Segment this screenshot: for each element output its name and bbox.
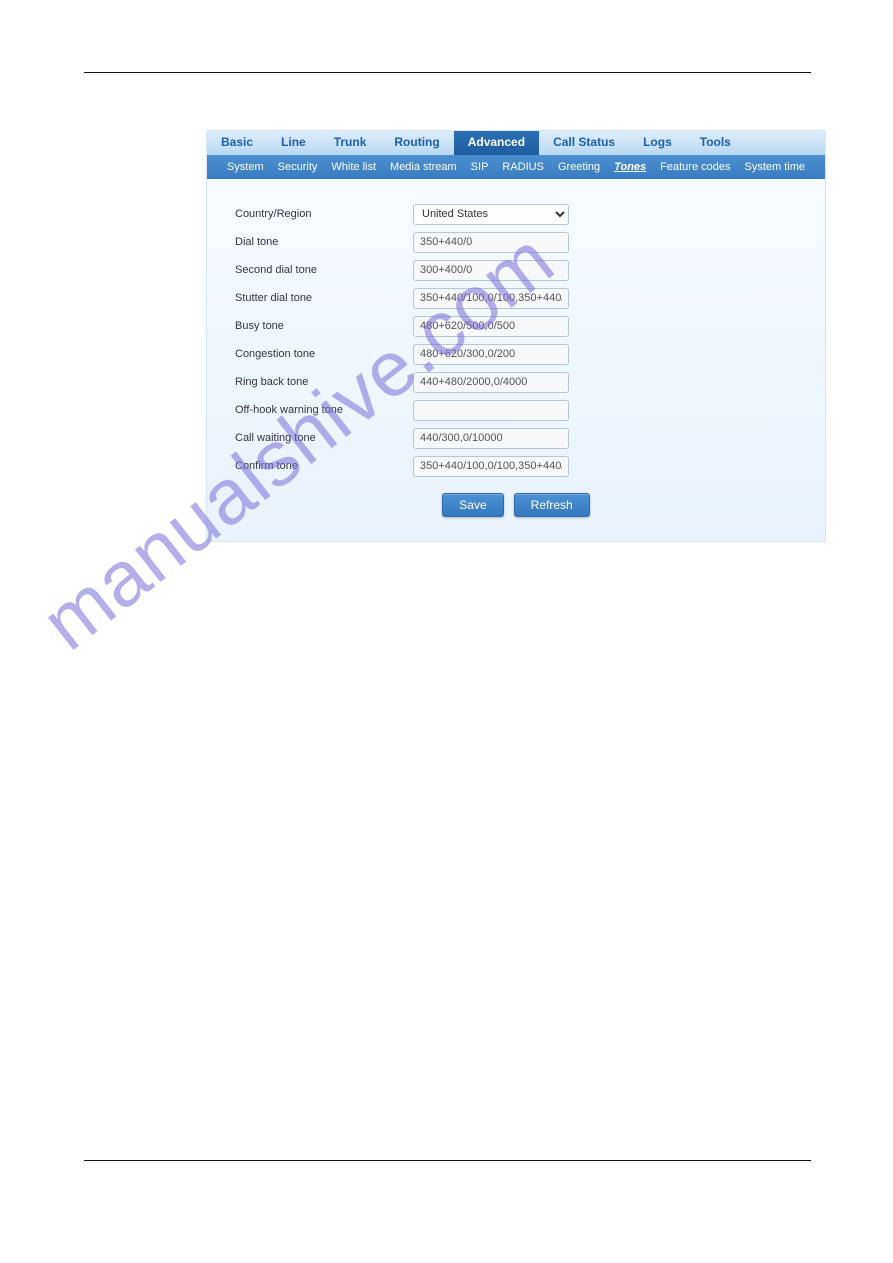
row-off-hook-warning-tone: Off-hook warning tone	[227, 399, 805, 421]
subtab-system[interactable]: System	[227, 161, 264, 173]
label-confirm-tone: Confirm tone	[227, 460, 413, 472]
row-confirm-tone: Confirm tone	[227, 455, 805, 477]
row-ring-back-tone: Ring back tone	[227, 371, 805, 393]
subtab-radius[interactable]: RADIUS	[502, 161, 544, 173]
form-button-row: Save Refresh	[227, 483, 805, 523]
label-dial-tone: Dial tone	[227, 236, 413, 248]
sub-tab-bar: System Security White list Media stream …	[207, 155, 825, 179]
row-dial-tone: Dial tone	[227, 231, 805, 253]
subtab-system-time[interactable]: System time	[745, 161, 806, 173]
subtab-media-stream[interactable]: Media stream	[390, 161, 457, 173]
label-call-waiting-tone: Call waiting tone	[227, 432, 413, 444]
input-off-hook-warning-tone[interactable]	[413, 400, 569, 421]
subtab-sip[interactable]: SIP	[471, 161, 489, 173]
row-busy-tone: Busy tone	[227, 315, 805, 337]
label-congestion-tone: Congestion tone	[227, 348, 413, 360]
subtab-feature-codes[interactable]: Feature codes	[660, 161, 730, 173]
page-top-rule	[84, 72, 811, 73]
label-busy-tone: Busy tone	[227, 320, 413, 332]
input-stutter-dial-tone[interactable]	[413, 288, 569, 309]
row-stutter-dial-tone: Stutter dial tone	[227, 287, 805, 309]
tab-advanced[interactable]: Advanced	[454, 131, 539, 155]
subtab-security[interactable]: Security	[278, 161, 318, 173]
label-stutter-dial-tone: Stutter dial tone	[227, 292, 413, 304]
subtab-tones[interactable]: Tones	[614, 161, 646, 173]
page-bottom-rule	[84, 1160, 811, 1161]
tab-basic[interactable]: Basic	[207, 131, 267, 155]
label-second-dial-tone: Second dial tone	[227, 264, 413, 276]
input-ring-back-tone[interactable]	[413, 372, 569, 393]
tab-call-status[interactable]: Call Status	[539, 131, 629, 155]
input-busy-tone[interactable]	[413, 316, 569, 337]
subtab-white-list[interactable]: White list	[331, 161, 376, 173]
tab-logs[interactable]: Logs	[629, 131, 686, 155]
tab-trunk[interactable]: Trunk	[320, 131, 381, 155]
save-button[interactable]: Save	[442, 493, 503, 517]
input-dial-tone[interactable]	[413, 232, 569, 253]
label-off-hook-warning-tone: Off-hook warning tone	[227, 404, 413, 416]
label-country-region: Country/Region	[227, 208, 413, 220]
tab-line[interactable]: Line	[267, 131, 320, 155]
label-ring-back-tone: Ring back tone	[227, 376, 413, 388]
select-country-region[interactable]: United States	[413, 204, 569, 225]
main-tab-bar: Basic Line Trunk Routing Advanced Call S…	[207, 131, 825, 155]
tones-form: Country/Region United States Dial tone S…	[207, 179, 825, 541]
row-second-dial-tone: Second dial tone	[227, 259, 805, 281]
subtab-greeting[interactable]: Greeting	[558, 161, 600, 173]
input-congestion-tone[interactable]	[413, 344, 569, 365]
tab-tools[interactable]: Tools	[686, 131, 745, 155]
input-second-dial-tone[interactable]	[413, 260, 569, 281]
input-call-waiting-tone[interactable]	[413, 428, 569, 449]
tab-routing[interactable]: Routing	[380, 131, 453, 155]
row-congestion-tone: Congestion tone	[227, 343, 805, 365]
row-country-region: Country/Region United States	[227, 203, 805, 225]
row-call-waiting-tone: Call waiting tone	[227, 427, 805, 449]
app-panel: Basic Line Trunk Routing Advanced Call S…	[206, 130, 826, 542]
refresh-button[interactable]: Refresh	[514, 493, 590, 517]
input-confirm-tone[interactable]	[413, 456, 569, 477]
